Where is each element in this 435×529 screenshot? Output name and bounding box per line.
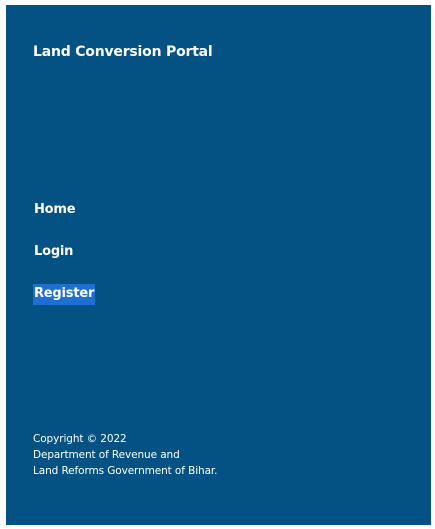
register-link[interactable]: Register: [33, 284, 96, 305]
nav-menu: Home Login Register: [33, 199, 96, 325]
portal-title: Land Conversion Portal: [33, 44, 213, 60]
nav-item-login: Login: [33, 241, 95, 283]
footer: Copyright © 2022 Department of Revenue a…: [33, 431, 218, 479]
department-text: Department of Revenue and: [33, 449, 180, 461]
nav-item-home: Home: [33, 199, 95, 241]
government-text: Land Reforms Government of Bihar.: [33, 465, 218, 477]
home-link[interactable]: Home: [33, 200, 76, 221]
login-link[interactable]: Login: [33, 242, 74, 263]
nav-item-register: Register: [33, 283, 96, 325]
copyright-text: Copyright © 2022: [33, 433, 127, 445]
sidebar-panel: Land Conversion Portal Home Login Regist…: [6, 5, 431, 525]
